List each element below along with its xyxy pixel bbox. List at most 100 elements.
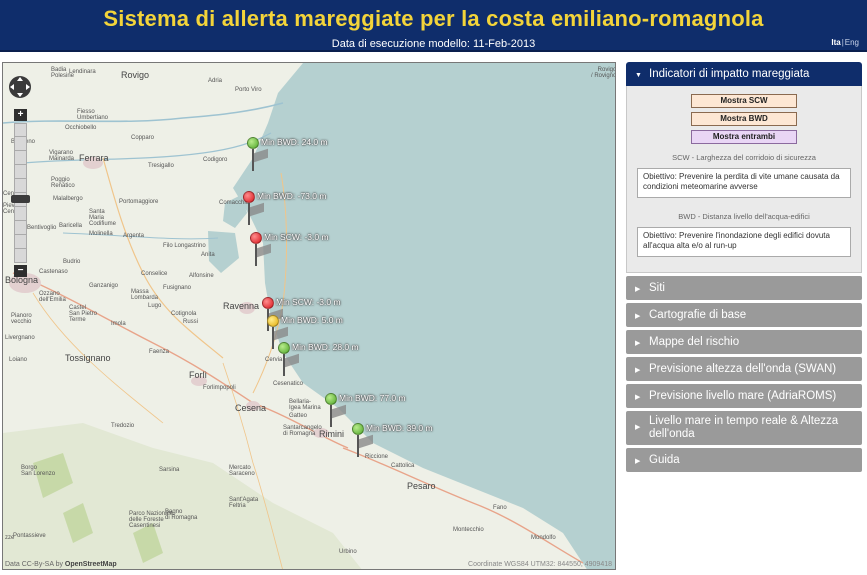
green-pin-icon: [325, 393, 337, 405]
place-castel: Castel San Pietro Terme: [69, 305, 98, 323]
place-alfonsine: Alfonsine: [189, 273, 214, 279]
green-pin-icon: [247, 137, 259, 149]
lang-separator: |: [841, 38, 844, 47]
marker-label: Min BWD: 5.0 m: [281, 315, 343, 325]
place-budrio: Budrio: [63, 259, 81, 265]
place-pontassieve: Pontassieve: [13, 533, 46, 539]
place-pesaro: Pesaro: [407, 481, 436, 491]
show-bwd-button[interactable]: Mostra BWD: [691, 112, 797, 126]
accordion-mappe-rischio[interactable]: ▶ Mappe del rischio: [626, 330, 862, 354]
pan-control-icon[interactable]: [8, 75, 32, 99]
zoom-slider-handle[interactable]: [11, 195, 30, 203]
zoom-tick: [15, 150, 26, 151]
place-filo: Filo Longastrino: [163, 243, 206, 249]
map-attribution: Data CC-By-SA by OpenStreetMap: [5, 561, 117, 568]
red-pin-icon: [243, 191, 255, 203]
place-russi: Russi: [183, 319, 199, 325]
accordion-impact-indicators[interactable]: ▼ Indicatori di impatto mareggiata: [626, 62, 862, 86]
accordion-label: Previsione livello mare (AdriaROMS): [649, 390, 837, 402]
zoom-tick: [15, 206, 26, 207]
caret-right-icon: ▶: [635, 458, 641, 465]
language-switcher: Ita|Eng: [831, 38, 859, 47]
place-fano: Fano: [493, 505, 507, 511]
lang-eng-link[interactable]: Eng: [845, 38, 859, 47]
place-santamaria: Santa Maria Codifiume: [89, 209, 117, 227]
place-mercato: Mercato Saraceno: [229, 465, 255, 477]
place-adria: Adria: [208, 78, 223, 84]
place-argenta: Argenta: [123, 233, 145, 239]
place-forlimpopoli: Forlimpopoli: [203, 385, 236, 391]
zoom-in-button[interactable]: +: [14, 109, 27, 121]
openstreetmap-link[interactable]: OpenStreetMap: [65, 561, 117, 568]
place-vigarano: Vigarano Mainarda: [49, 150, 75, 162]
accordion-realtime[interactable]: ▶ Livello mare in tempo reale & Altezza d…: [626, 411, 862, 445]
zoom-bar[interactable]: [14, 123, 27, 263]
marker-flag-icon: [285, 353, 299, 368]
app-title: Sistema di allerta mareggiate per la cos…: [103, 6, 764, 31]
zoom-tick: [15, 164, 26, 165]
marker-bwd-neg73[interactable]: Min BWD: -73.0 m: [243, 191, 363, 231]
zoom-tick: [15, 248, 26, 249]
accordion-label: Livello mare in tempo reale & Altezza de…: [649, 415, 839, 440]
place-ganzanigo: Ganzanigo: [89, 283, 119, 289]
caret-down-icon: ▼: [635, 72, 642, 79]
lang-ita-link[interactable]: Ita: [831, 38, 840, 47]
marker-flag-icon: [257, 243, 271, 258]
scw-objective: Obiettivo: Prevenire la perdita di vite …: [637, 168, 851, 198]
place-ozzano: Ozzano dell'Emilia: [39, 291, 66, 303]
place-forli: Forlì: [189, 370, 207, 380]
place-rovigo: Rovigo: [121, 70, 150, 80]
place-zze: zze: [5, 535, 15, 541]
caret-right-icon: ▶: [635, 313, 641, 320]
place-sarsina: Sarsina: [159, 467, 180, 473]
yellow-pin-icon: [267, 315, 279, 327]
accordion-cartografie[interactable]: ▶ Cartografie di base: [626, 303, 862, 327]
marker-scw-neg3-a[interactable]: Min SCW: -3.0 m: [250, 232, 370, 272]
accordion-label: Indicatori di impatto mareggiata: [649, 68, 810, 80]
marker-flag-icon: [359, 434, 373, 449]
accordion-siti[interactable]: ▶ Siti: [626, 276, 862, 300]
accordion-label: Mappe del rischio: [649, 336, 740, 348]
place-tredozio: Tredozio: [111, 423, 135, 429]
map-view[interactable]: Badia Polesine Lendinara Rovigo Adria Por…: [2, 62, 616, 570]
show-scw-button[interactable]: Mostra SCW: [691, 94, 797, 108]
accordion-adriaroms[interactable]: ▶ Previsione livello mare (AdriaROMS): [626, 384, 862, 408]
marker-bwd-39[interactable]: Min BWD: 39.0 m: [352, 423, 472, 463]
place-loiano: Loiano: [9, 357, 28, 363]
side-panel: ▼ Indicatori di impatto mareggiata Mostra…: [626, 62, 862, 475]
attribution-prefix: Data CC-By-SA by: [5, 561, 63, 568]
place-urbino: Urbino: [339, 549, 357, 555]
accordion-guida[interactable]: ▶ Guida: [626, 448, 862, 472]
place-anita: Anita: [201, 252, 215, 258]
place-fiesso: Fiesso Umbertiano: [77, 109, 109, 121]
marker-label: Min BWD: 77.0 m: [339, 393, 406, 403]
map-coordinates: Coordinate WGS84 UTM32: 844550, 4909418: [468, 561, 612, 568]
place-occhiobello: Occhiobello: [65, 125, 97, 131]
place-ravenna: Ravenna: [223, 301, 260, 311]
place-santagata: Sant'Agata Feltria: [229, 497, 259, 509]
place-tresigallo: Tresigallo: [148, 163, 174, 169]
green-pin-icon: [352, 423, 364, 435]
place-portomaggiore: Portomaggiore: [119, 199, 159, 205]
place-castenaso: Castenaso: [39, 269, 68, 275]
show-both-button[interactable]: Mostra entrambi: [691, 130, 797, 144]
zoom-out-button[interactable]: −: [14, 265, 27, 277]
accordion-label: Cartografie di base: [649, 309, 747, 321]
marker-bwd-24[interactable]: Min BWD: 24.0 m: [247, 137, 367, 177]
place-borgo: Borgo San Lorenzo: [21, 465, 56, 477]
place-mondolfo: Mondolfo: [531, 535, 556, 541]
caret-right-icon: ▶: [635, 424, 641, 431]
red-pin-icon: [262, 297, 274, 309]
marker-label: Min SCW: -3.0 m: [276, 297, 341, 307]
place-montecchio: Montecchio: [453, 527, 484, 533]
marker-label: Min BWD: 39.0 m: [366, 423, 433, 433]
accordion-swan[interactable]: ▶ Previsione altezza dell'onda (SWAN): [626, 357, 862, 381]
marker-bwd-28[interactable]: Min BWD: 28.0 m: [278, 342, 398, 382]
place-lendinara: Lendinara: [69, 69, 96, 75]
bwd-heading: BWD - Distanza livello dell'acqua-edific…: [678, 212, 810, 221]
place-cattolica: Cattolica: [391, 463, 415, 469]
place-poggio: Poggio Renatico: [51, 177, 75, 189]
place-copparo: Copparo: [131, 135, 155, 141]
place-portoviro: Porto Viro: [235, 87, 262, 93]
zoom-tick: [15, 178, 26, 179]
